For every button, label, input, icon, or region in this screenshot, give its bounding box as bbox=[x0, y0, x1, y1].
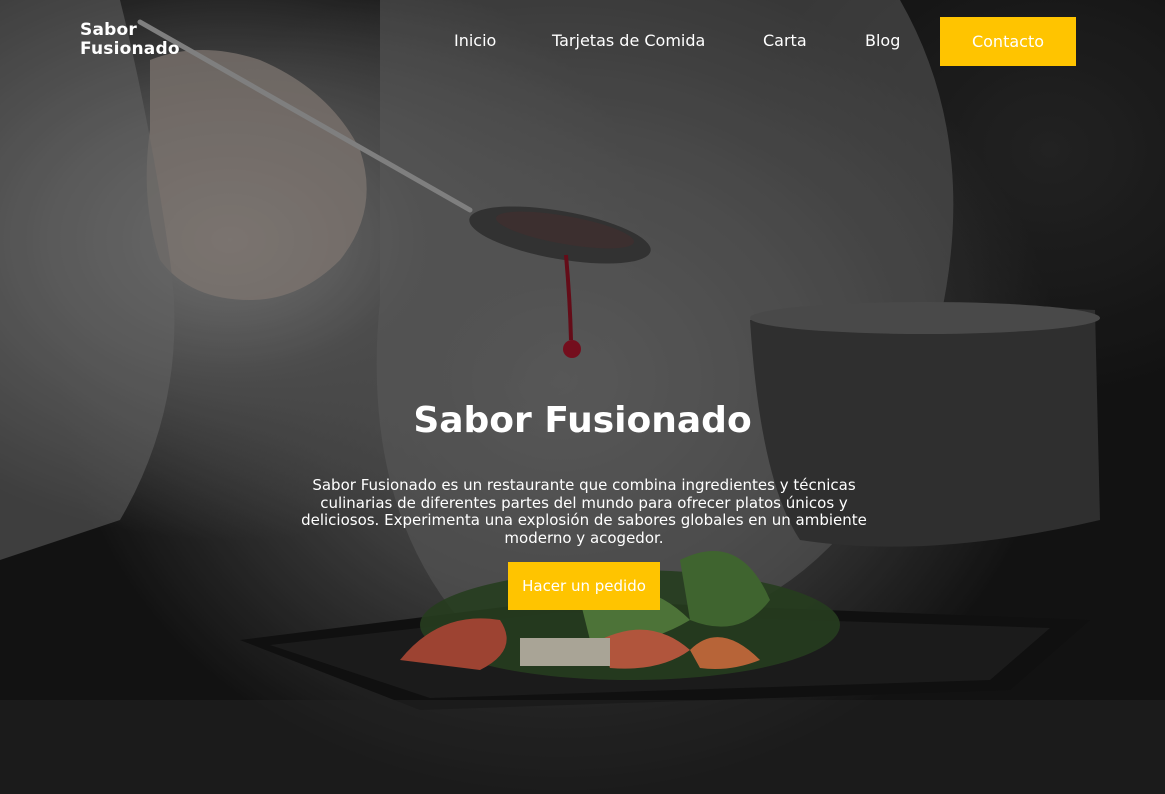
nav-item-blog[interactable]: Blog bbox=[865, 31, 900, 50]
nav-item-carta[interactable]: Carta bbox=[763, 31, 807, 50]
main-nav: Inicio Tarjetas de Comida Carta Blog Con… bbox=[0, 17, 1165, 66]
hacer-un-pedido-button[interactable]: Hacer un pedido bbox=[508, 562, 660, 610]
nav-item-tarjetas-de-comida[interactable]: Tarjetas de Comida bbox=[552, 31, 705, 50]
contacto-button[interactable]: Contacto bbox=[940, 17, 1076, 66]
hero-title: Sabor Fusionado bbox=[413, 400, 752, 441]
hero-description: Sabor Fusionado es un restaurante que co… bbox=[301, 476, 867, 547]
hero-dark-overlay bbox=[0, 0, 1165, 794]
nav-item-inicio[interactable]: Inicio bbox=[454, 31, 496, 50]
hero-section: Sabor Fusionado Inicio Tarjetas de Comid… bbox=[0, 0, 1165, 794]
